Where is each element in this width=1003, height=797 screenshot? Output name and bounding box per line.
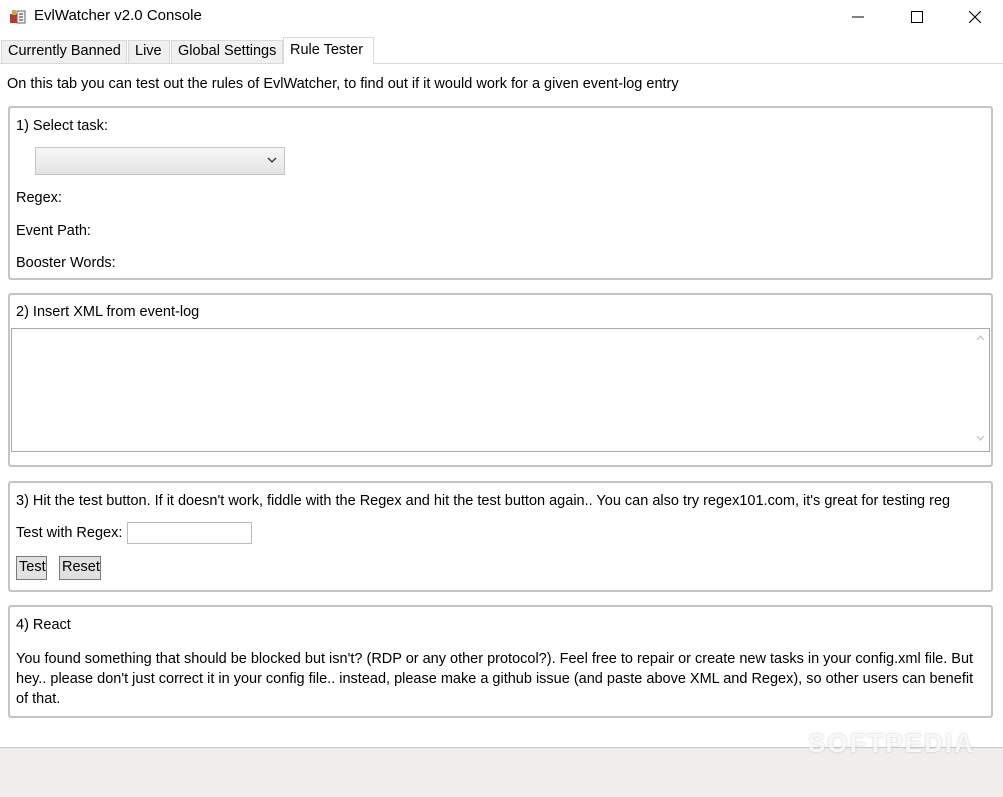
- scroll-up-icon[interactable]: [976, 335, 985, 341]
- maximize-button[interactable]: [888, 0, 946, 34]
- close-button[interactable]: [946, 0, 1003, 34]
- test-group: 3) Hit the test button. If it doesn't wo…: [8, 481, 993, 592]
- test-with-regex-label: Test with Regex:: [16, 525, 123, 541]
- insert-xml-header: 2) Insert XML from event-log: [16, 304, 200, 320]
- tab-global-settings[interactable]: Global Settings: [171, 40, 283, 63]
- select-task-group: 1) Select task: Regex: Event Path: Boost…: [8, 106, 993, 280]
- react-header: 4) React: [16, 617, 71, 633]
- react-body: You found something that should be block…: [16, 651, 974, 707]
- chevron-down-icon: [267, 157, 277, 163]
- tab-rule-tester[interactable]: Rule Tester: [283, 37, 374, 64]
- insert-xml-group: 2) Insert XML from event-log: [8, 293, 993, 467]
- app-icon: [9, 8, 27, 26]
- test-instructions: 3) Hit the test button. If it doesn't wo…: [16, 493, 951, 509]
- maximize-icon: [911, 11, 923, 23]
- booster-words-label: Booster Words:: [16, 255, 116, 271]
- reset-button[interactable]: Reset: [59, 556, 101, 580]
- scroll-down-icon[interactable]: [976, 435, 985, 441]
- tab-divider: [0, 63, 1003, 64]
- minimize-button[interactable]: [829, 0, 887, 34]
- close-icon: [969, 11, 981, 23]
- window-title: EvlWatcher v2.0 Console: [34, 7, 202, 24]
- test-button[interactable]: Test: [16, 556, 47, 580]
- xml-textarea[interactable]: [11, 328, 990, 452]
- tab-live[interactable]: Live: [128, 40, 170, 63]
- task-select[interactable]: [35, 147, 285, 175]
- regex-label: Regex:: [16, 190, 62, 206]
- xml-scrollbar[interactable]: [972, 329, 989, 451]
- title-bar: EvlWatcher v2.0 Console: [0, 0, 1003, 34]
- softpedia-watermark: SOFTPEDIA: [808, 728, 975, 758]
- intro-text: On this tab you can test out the rules o…: [7, 76, 679, 92]
- select-task-header: 1) Select task:: [16, 118, 108, 134]
- react-group: 4) React You found something that should…: [8, 605, 993, 718]
- test-regex-input[interactable]: [127, 522, 252, 544]
- tab-currently-banned[interactable]: Currently Banned: [1, 40, 127, 63]
- minimize-icon: [852, 16, 864, 18]
- event-path-label: Event Path:: [16, 223, 91, 239]
